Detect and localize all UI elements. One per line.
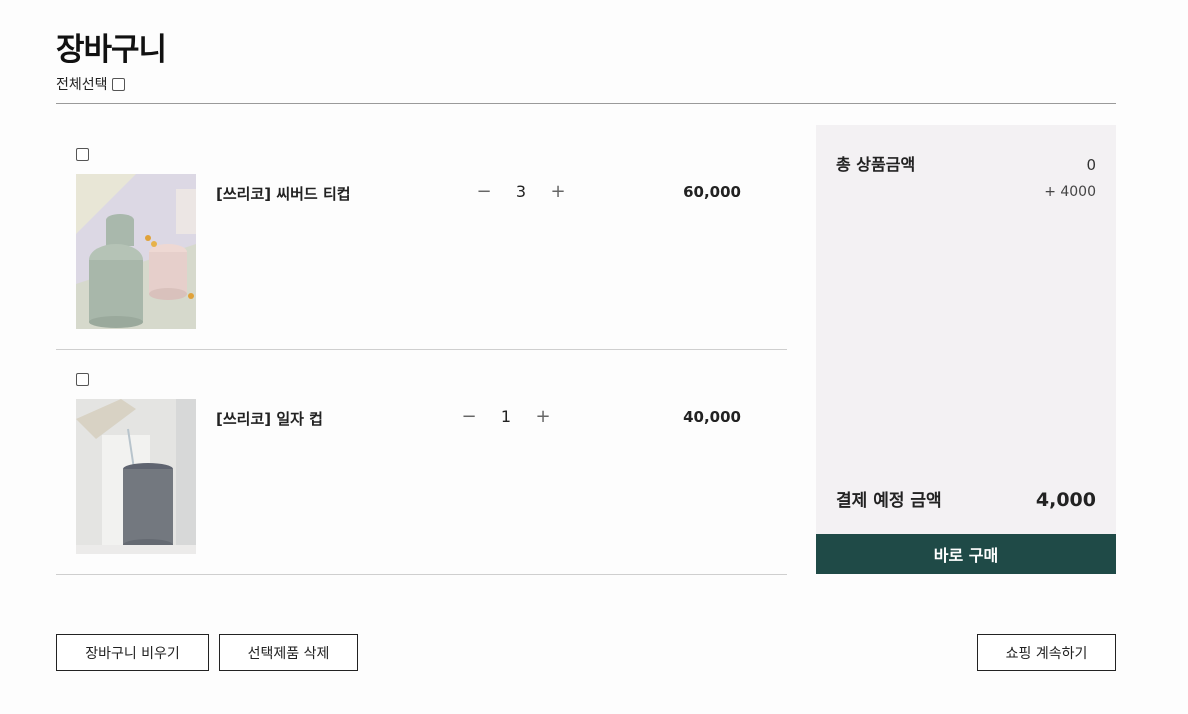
shipping-value: + 4000: [1044, 184, 1096, 200]
product-image[interactable]: [76, 399, 196, 554]
plus-icon[interactable]: +: [546, 181, 570, 202]
shipping-row: + 4000: [836, 184, 1096, 200]
plus-icon[interactable]: +: [531, 406, 555, 427]
header-divider: [56, 103, 1116, 104]
quantity-value: 3: [515, 182, 527, 201]
item-checkbox[interactable]: [76, 148, 89, 161]
product-price: 60,000: [683, 183, 741, 201]
final-value: 4,000: [1035, 489, 1096, 511]
order-summary: 총 상품금액 0 + 4000 결제 예정 금액 4,000 바로 구매: [816, 125, 1116, 574]
product-price: 40,000: [683, 408, 741, 426]
total-value: 0: [1086, 156, 1096, 174]
item-checkbox[interactable]: [76, 373, 89, 386]
product-image[interactable]: [76, 174, 196, 329]
quantity-value: 1: [500, 407, 512, 426]
product-name[interactable]: [쓰리코] 씨버드 티컵: [216, 183, 351, 204]
minus-icon[interactable]: −: [457, 406, 481, 427]
cart-list: [쓰리코] 씨버드 티컵 − 3 + 60,000 [쓰리코] 일자 컵 − 1…: [56, 125, 787, 575]
select-all-label: 전체선택: [56, 77, 108, 93]
final-row: 결제 예정 금액 4,000: [836, 486, 1096, 511]
cart-page: 장바구니 전체선택 [쓰리코] 씨버드 티컵 − 3 + 60,000 [쓰리코…: [0, 0, 1188, 714]
total-row: 총 상품금액 0: [836, 151, 1096, 175]
product-name[interactable]: [쓰리코] 일자 컵: [216, 408, 323, 429]
quantity-stepper: − 1 +: [457, 406, 555, 427]
page-title: 장바구니: [56, 32, 167, 68]
select-all-checkbox[interactable]: [111, 77, 125, 91]
select-all[interactable]: 전체선택: [56, 74, 125, 94]
total-label: 총 상품금액: [836, 155, 916, 174]
clear-cart-button[interactable]: 장바구니 비우기: [56, 634, 209, 671]
delete-selected-button[interactable]: 선택제품 삭제: [219, 634, 358, 671]
cart-item: [쓰리코] 씨버드 티컵 − 3 + 60,000: [56, 125, 787, 350]
buy-now-button[interactable]: 바로 구매: [816, 534, 1116, 574]
continue-shopping-button[interactable]: 쇼핑 계속하기: [977, 634, 1116, 671]
minus-icon[interactable]: −: [472, 181, 496, 202]
cart-item: [쓰리코] 일자 컵 − 1 + 40,000: [56, 350, 787, 575]
final-label: 결제 예정 금액: [836, 491, 942, 511]
quantity-stepper: − 3 +: [472, 181, 570, 202]
